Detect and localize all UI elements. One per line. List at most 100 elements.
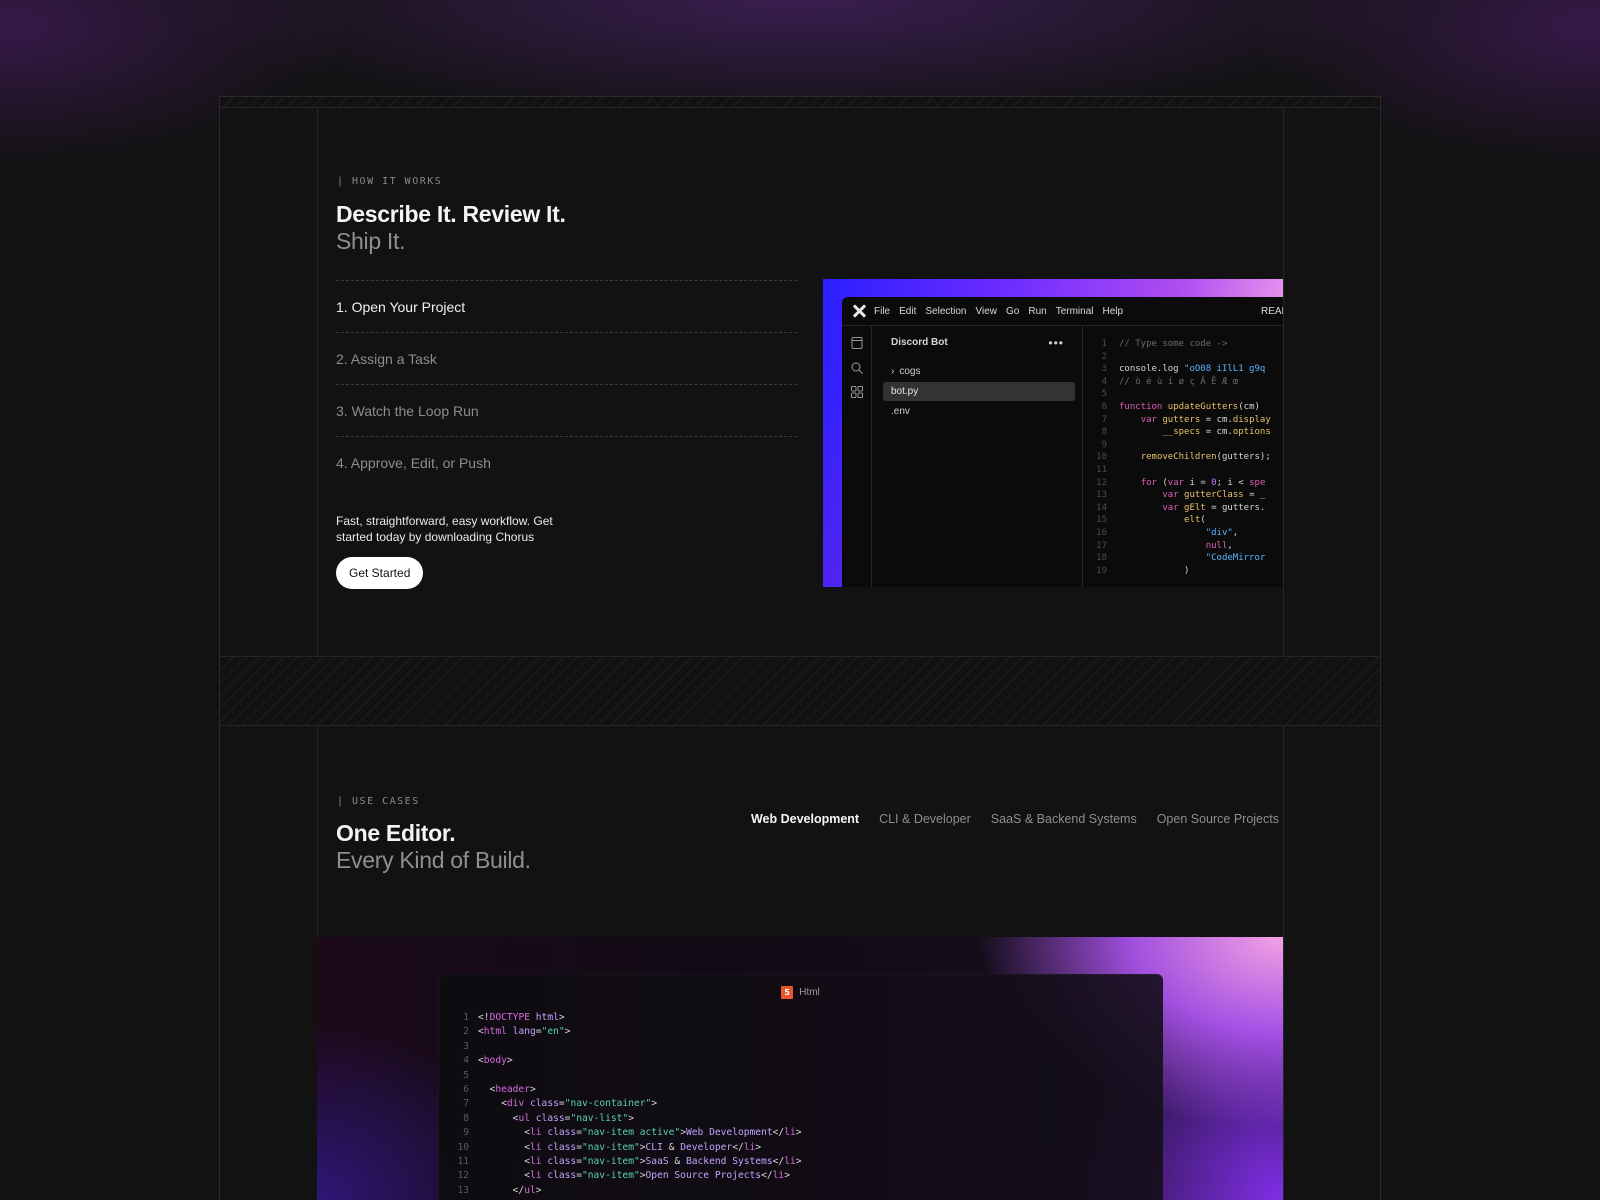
html-code-line: 5 xyxy=(451,1069,802,1083)
use-case-tabs: Web Development CLI & Developer SaaS & Bac… xyxy=(751,812,1279,826)
line-number: 5 xyxy=(463,1069,469,1081)
file-explorer: Discord Bot ••• › cogs bot.py .env xyxy=(873,326,1083,587)
menu-item-terminal[interactable]: Terminal xyxy=(1056,306,1094,317)
close-x-logo-icon xyxy=(852,304,866,318)
how-it-works-eyebrow: | HOW IT WORKS xyxy=(337,176,443,187)
line-number: 15 xyxy=(1096,515,1107,526)
workflow-blurb: Fast, straightforward, easy workflow. Ge… xyxy=(336,514,553,544)
code-text: <li class="nav-item active">Web Developm… xyxy=(478,1127,802,1139)
line-number: 5 xyxy=(1101,389,1107,400)
tab-saas-backend-systems[interactable]: SaaS & Backend Systems xyxy=(991,812,1137,826)
line-number: 11 xyxy=(457,1155,469,1167)
code-text: </ul> xyxy=(478,1184,542,1196)
tab-open-source-projects[interactable]: Open Source Projects xyxy=(1157,812,1279,826)
menu-item-view[interactable]: View xyxy=(976,306,998,317)
chevron-right-icon: › xyxy=(891,366,895,377)
code-text: <html lang="en"> xyxy=(478,1026,571,1038)
tree-item-label: cogs xyxy=(899,366,921,377)
tree-item-env[interactable]: .env xyxy=(883,402,1075,421)
code-text: null, xyxy=(1205,540,1233,551)
line-number: 6 xyxy=(463,1083,469,1095)
ide-code-line: 5 xyxy=(1085,388,1283,401)
more-options-icon[interactable]: ••• xyxy=(1048,336,1064,350)
menu-item-file[interactable]: File xyxy=(874,306,890,317)
ide-code-line: 17 null, xyxy=(1085,540,1283,553)
frame-guide-right-lower xyxy=(1283,726,1284,1200)
tab-cli-developer[interactable]: CLI & Developer xyxy=(879,812,971,826)
search-icon[interactable] xyxy=(850,361,864,375)
line-number: 6 xyxy=(1101,401,1107,412)
step-item-4[interactable]: 4. Approve, Edit, or Push xyxy=(336,436,797,488)
menu-tab-readme[interactable]: READ xyxy=(1261,306,1283,317)
use-cases-eyebrow: | USE CASES xyxy=(337,796,420,807)
line-number: 13 xyxy=(457,1184,469,1196)
use-case-showcase: 5 Html 1 <!DOCTYPE html> 2 <html lang="en">… xyxy=(317,937,1283,1200)
get-started-button[interactable]: Get Started xyxy=(336,557,424,589)
menu-item-selection[interactable]: Selection xyxy=(925,306,966,317)
ide-code-line: 7 var gutters = cm.display xyxy=(1085,414,1283,427)
hatch-divider-middle xyxy=(220,656,1380,726)
code-text: // ò é ù í ø ç Â Ê Æ œ xyxy=(1119,376,1239,387)
line-number: 3 xyxy=(463,1040,469,1052)
code-text: var gutterClass = _ xyxy=(1162,490,1266,501)
menu-item-help[interactable]: Help xyxy=(1103,306,1124,317)
ide-code-line: 14 var gElt = gutters. xyxy=(1085,502,1283,515)
menu-item-run[interactable]: Run xyxy=(1028,306,1046,317)
code-text: "div", xyxy=(1205,527,1239,538)
step-item-1[interactable]: 1. Open Your Project xyxy=(336,280,797,332)
use-cases-subtitle: Every Kind of Build. xyxy=(336,847,531,873)
html-code-line: 6 <header> xyxy=(451,1083,802,1097)
code-text: <li class="nav-item">Open Source Project… xyxy=(478,1170,790,1182)
code-text: <div class="nav-container"> xyxy=(478,1098,658,1110)
code-text: <ul class="nav-list"> xyxy=(478,1112,634,1124)
ide-code-line: 11 xyxy=(1085,464,1283,477)
ide-menubar: File Edit Selection View Go Run Terminal Help RE… xyxy=(842,297,1283,326)
html-code-block[interactable]: 1 <!DOCTYPE html> 2 <html lang="en"> 3 4 <body… xyxy=(451,1011,802,1198)
line-number: 9 xyxy=(463,1127,469,1139)
ide-code-line: 15 elt( xyxy=(1085,514,1283,527)
how-it-works-subtitle: Ship It. xyxy=(336,228,406,254)
line-number: 2 xyxy=(1101,351,1107,362)
code-text: <body> xyxy=(478,1055,513,1067)
html-code-line: 12 <li class="nav-item">Open Source Proj… xyxy=(451,1169,802,1183)
tree-item-cogs[interactable]: › cogs xyxy=(883,362,1075,381)
html-code-line: 8 <ul class="nav-list"> xyxy=(451,1112,802,1126)
code-text: // Type some code -> xyxy=(1119,339,1228,349)
ide-code-line: 16 "div", xyxy=(1085,527,1283,540)
ide-code-line: 1 // Type some code -> xyxy=(1085,338,1283,351)
ide-code-editor[interactable]: 1 // Type some code -> 2 3 console.log "oO08… xyxy=(1085,326,1283,587)
code-text: var gutters = cm.display xyxy=(1140,414,1271,425)
code-text: "CodeMirror xyxy=(1205,553,1266,564)
line-number: 4 xyxy=(1101,376,1107,387)
line-number: 1 xyxy=(463,1012,469,1023)
ide-preview: File Edit Selection View Go Run Terminal Help RE… xyxy=(823,279,1283,587)
menu-item-go[interactable]: Go xyxy=(1006,306,1019,317)
line-number: 7 xyxy=(463,1098,469,1110)
line-number: 17 xyxy=(1096,540,1107,551)
line-number: 1 xyxy=(1101,339,1107,349)
ide-activity-bar xyxy=(842,326,872,587)
how-it-works-title: Describe It. Review It. xyxy=(336,201,566,227)
html-code-line: 10 <li class="nav-item">CLI & Developer<… xyxy=(451,1141,802,1155)
ide-code-line: 18 "CodeMirror xyxy=(1085,552,1283,565)
ide-code-line: 12 for (var i = 0; i < spe xyxy=(1085,477,1283,490)
step-item-2[interactable]: 2. Assign a Task xyxy=(336,332,797,384)
line-number: 8 xyxy=(1101,427,1107,438)
tab-web-development[interactable]: Web Development xyxy=(751,812,859,826)
ide-code-line: 2 xyxy=(1085,351,1283,364)
ide-code-line: 6 function updateGutters(cm) xyxy=(1085,401,1283,414)
extensions-icon[interactable] xyxy=(850,385,864,399)
ide-code-line: 13 var gutterClass = _ xyxy=(1085,489,1283,502)
html5-icon: 5 xyxy=(781,986,794,999)
tree-item-botpy[interactable]: bot.py xyxy=(883,382,1075,401)
line-number: 4 xyxy=(463,1055,469,1067)
step-item-3[interactable]: 3. Watch the Loop Run xyxy=(336,384,797,436)
files-icon[interactable] xyxy=(850,336,864,350)
menu-item-edit[interactable]: Edit xyxy=(899,306,916,317)
line-number: 12 xyxy=(1096,477,1107,488)
html-code-line: 13 </ul> xyxy=(451,1184,802,1198)
code-text: for (var i = 0; i < spe xyxy=(1140,477,1266,488)
frame-guide-left xyxy=(317,108,318,656)
code-text: <li class="nav-item">CLI & Developer</li… xyxy=(478,1141,762,1153)
tree-item-label: bot.py xyxy=(891,386,919,397)
